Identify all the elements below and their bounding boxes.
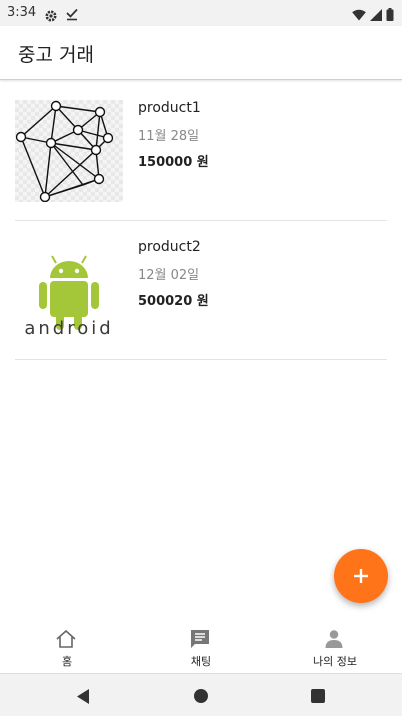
status-bar: 3:34 (0, 0, 402, 26)
nav-item-home[interactable]: 홈 (0, 623, 134, 673)
nav-item-chat[interactable]: 채팅 (134, 623, 268, 673)
chat-icon (189, 629, 211, 653)
system-navigation-bar (0, 674, 402, 716)
nav-label-chat: 채팅 (190, 655, 212, 668)
product-price: 150000 원 (138, 155, 209, 170)
android-logo-image: android (15, 239, 123, 341)
battery-icon (386, 6, 394, 25)
network-graph-image (15, 100, 123, 203)
app-bar: 중고 거래 (0, 26, 402, 80)
wifi-icon (352, 6, 366, 25)
download-done-icon (66, 6, 78, 25)
product-date: 12월 02일 (138, 268, 200, 283)
add-product-button[interactable] (334, 549, 388, 603)
nav-item-profile[interactable]: 나의 정보 (268, 623, 402, 673)
product-name: product2 (138, 239, 201, 255)
recents-icon[interactable] (310, 688, 326, 708)
product-date: 11월 28일 (138, 129, 200, 144)
home-icon (55, 629, 77, 653)
android-logo-text: android (24, 318, 114, 339)
plus-icon (354, 569, 368, 583)
status-time: 3:34 (7, 5, 37, 20)
list-item-product2[interactable]: android product2 12월 02일 500020 원 (15, 220, 387, 360)
signal-icon (370, 6, 382, 25)
page-title: 중고 거래 (18, 44, 94, 66)
nav-label-profile: 나의 정보 (313, 655, 357, 668)
home-circle-icon[interactable] (193, 688, 209, 708)
bottom-navigation: 홈 채팅 나의 정보 (0, 623, 402, 674)
list-item-product1[interactable]: product1 11월 28일 150000 원 (15, 81, 387, 221)
product-name: product1 (138, 100, 201, 116)
settings-gear-icon (45, 7, 57, 26)
back-icon[interactable] (75, 688, 91, 709)
product-price: 500020 원 (138, 294, 209, 309)
person-icon (323, 629, 345, 653)
nav-label-home: 홈 (61, 655, 73, 668)
